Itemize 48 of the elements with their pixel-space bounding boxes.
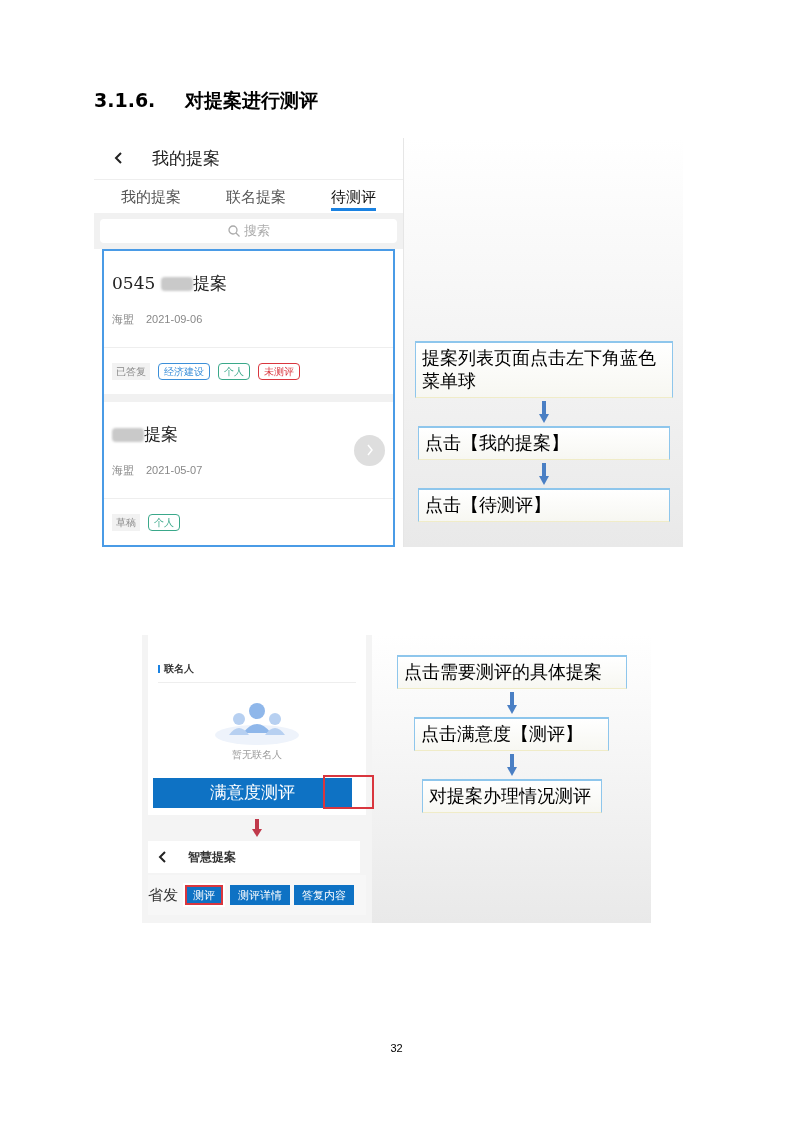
tag: 经济建设 [158, 362, 210, 380]
banner: 满意度测评 [153, 778, 352, 808]
section-title: 对提案进行测评 [185, 88, 319, 113]
section-number: 3.1.6. [94, 88, 156, 113]
proposal-org: 海盟 [112, 462, 134, 478]
tag: 个人 [218, 362, 250, 380]
blurred-text [161, 276, 194, 291]
tab[interactable]: 我的提案 [120, 181, 181, 212]
action-button[interactable]: 答复内容 [294, 885, 354, 905]
back-icon [114, 152, 122, 165]
tab[interactable]: 联名提案 [226, 181, 286, 212]
down-arrow-icon [506, 754, 517, 776]
accent-bar [158, 664, 160, 673]
screen-title: 智慧提案 [188, 849, 236, 866]
proposal-title: 提案 [193, 272, 228, 295]
proposal-org: 海盟 [112, 311, 134, 327]
step-box: 提案列表页面点击左下角蓝色菜单球 [414, 341, 673, 398]
down-arrow-icon [538, 463, 549, 485]
search-icon [227, 225, 240, 237]
chevron-button[interactable] [354, 434, 385, 466]
status-label: 已答复 [112, 362, 150, 380]
page-number: 32 [389, 1041, 404, 1056]
down-arrow-icon [252, 819, 262, 837]
empty-text: 暂无联名人 [232, 748, 282, 762]
chevron-icon [365, 444, 374, 456]
down-arrow-icon [538, 401, 549, 423]
row-label: 省发 [148, 884, 178, 905]
action-button[interactable]: 测评 [185, 885, 223, 905]
screen-title: 我的提案 [152, 147, 220, 170]
step-box: 点击【待测评】 [417, 488, 670, 522]
step-box: 点击满意度【测评】 [414, 717, 609, 751]
search-placeholder: 搜索 [243, 222, 270, 241]
blurred-text [112, 427, 144, 442]
proposal-date: 2021-09-06 [146, 311, 203, 327]
step-box: 对提案办理情况测评 [421, 779, 602, 813]
action-button[interactable]: 测评详情 [230, 885, 290, 905]
back-icon [158, 851, 166, 863]
down-arrow-icon [506, 692, 517, 714]
highlight-frame [323, 775, 374, 809]
step-box: 点击【我的提案】 [417, 426, 670, 460]
tag: 未测评 [258, 362, 300, 380]
tag: 个人 [148, 513, 180, 531]
step-box: 点击需要测评的具体提案 [396, 655, 627, 689]
section-label: 联名人 [164, 662, 194, 676]
status-label: 草稿 [112, 513, 140, 531]
proposal-number: 0545 [112, 272, 156, 295]
proposal-title: 提案 [144, 423, 178, 446]
proposal-date: 2021-05-07 [146, 462, 203, 478]
